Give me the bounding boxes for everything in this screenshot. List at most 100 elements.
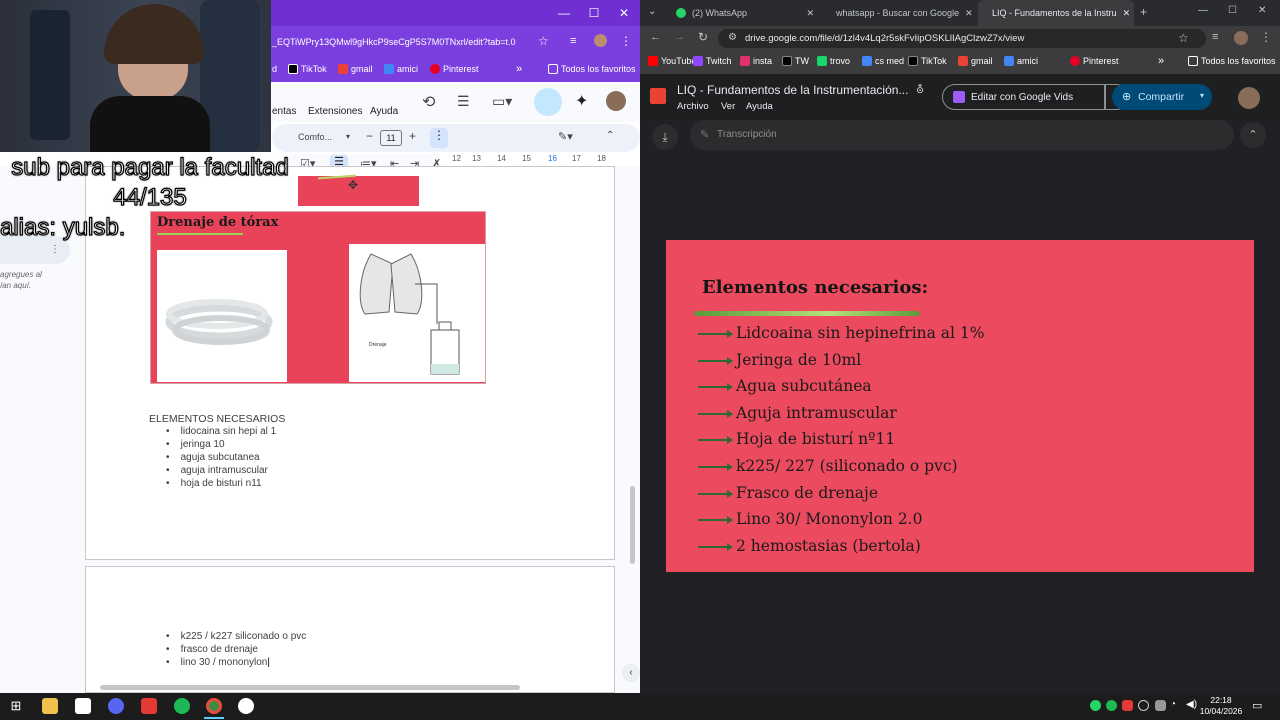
star-icon[interactable]: ☆ [1178,31,1189,45]
meet-icon[interactable]: ▭▾ [492,93,512,110]
chevron-up-icon[interactable]: ⌃ [1240,122,1266,148]
close-icon[interactable]: ✕ [1123,8,1131,19]
obs-icon[interactable] [238,698,254,714]
volume-icon[interactable]: ◀) [1186,699,1197,710]
comments-icon[interactable]: ☰ [457,93,470,110]
star-icon[interactable]: ☆ [538,34,549,48]
list-item[interactable]: • hoja de bisturi n11 [166,478,276,491]
windows-start-icon[interactable]: ⊞ [8,698,24,714]
list-item[interactable]: • lidocaina sin hepi al 1 [166,426,276,439]
bookmark-csmed[interactable]: cs med [862,56,904,66]
list-item[interactable]: • lino 30 / mononylon| [166,657,306,670]
menu-view[interactable]: Ver [721,101,735,112]
edit-mode-icon[interactable]: ✎▾ [558,130,573,143]
app-tray-icon[interactable] [1122,700,1133,711]
bookmark-amici[interactable]: amici [384,64,418,74]
tab-search-icon[interactable]: ⌄ [648,6,656,17]
bookmark-tw[interactable]: TW [782,56,809,66]
bookmark-insta[interactable]: insta [740,56,772,66]
calculator-icon[interactable] [75,698,91,714]
new-tab-icon[interactable]: + [1140,5,1147,19]
settings-tray-icon[interactable] [1138,700,1149,711]
list-item[interactable]: • aguja subcutanea [166,452,276,465]
profile-avatar[interactable] [594,34,607,47]
menu-file[interactable]: Archivo [677,101,709,112]
tab-google-search[interactable]: whatsapp - Buscar con Google ✕ [822,0,978,26]
spotify-icon[interactable] [174,698,190,714]
chevron-down-icon[interactable]: ▾ [346,132,350,141]
left-url[interactable]: _EQTiWPry13QMwl9gHkcP9seCgP5S7M0TNxrl/ed… [272,37,516,47]
file-title[interactable]: LIQ - Fundamentos de la Instrumentación.… [677,83,908,97]
list-item[interactable]: • aguja intramuscular [166,465,276,478]
omnibox[interactable]: ⚙ drive.google.com/file/d/1zl4v4Lq2r5skF… [718,29,1206,48]
collapse-icon[interactable]: ⌃ [606,130,614,141]
more-bookmarks-icon[interactable]: » [516,63,522,75]
discord-icon[interactable] [108,698,124,714]
close-button[interactable]: ✕ [1258,5,1266,16]
ruler[interactable]: 12 13 14 15 16 17 18 [440,152,630,166]
font-size-input[interactable]: 11 [380,130,402,146]
bookmark-tiktok[interactable]: TikTok [288,64,327,74]
history-icon[interactable]: ⟲ [422,92,435,112]
all-bookmarks[interactable]: Todos los favoritos [1188,56,1276,66]
account-avatar[interactable] [1238,87,1260,109]
close-icon[interactable]: ✕ [965,8,973,19]
bookmark-pinterest[interactable]: Pinterest [430,64,479,74]
share-button[interactable] [534,88,562,116]
decrease-font-button[interactable]: − [366,129,373,143]
file-explorer-icon[interactable] [42,698,58,714]
horizontal-scrollbar[interactable] [100,685,520,690]
menu-tools[interactable]: entas [272,106,296,117]
bookmark-pinterest[interactable]: Pinterest [1070,56,1119,66]
bookmark-twitch[interactable]: Twitch [693,56,732,66]
network-icon[interactable]: ◔ [1170,699,1176,710]
more-bookmarks-icon[interactable]: » [1158,55,1164,67]
increase-font-button[interactable]: + [409,129,416,143]
extensions-icon[interactable]: ≡ [570,35,576,47]
more-options-icon[interactable]: ⋮ [50,244,60,255]
menu-help[interactable]: Ayuda [370,106,398,117]
bookmark-gmail[interactable]: gmail [338,64,373,74]
bookmark-tiktok[interactable]: TikTok [908,56,947,66]
close-button[interactable]: ✕ [608,6,640,20]
menu-dots-icon[interactable]: ⋮ [1260,30,1272,44]
menu-extensions[interactable]: Extensiones [308,106,362,117]
document-page[interactable] [85,566,615,693]
list-item[interactable]: • frasco de drenaje [166,644,306,657]
bookmark-trovo[interactable]: trovo [817,56,850,66]
clock[interactable]: 22:18 10/04/2026 [1198,695,1244,717]
right-url[interactable]: drive.google.com/file/d/1zl4v4Lq2r5skFvI… [745,33,1024,44]
list-item[interactable]: • jeringa 10 [166,439,276,452]
reload-icon[interactable]: ↻ [698,30,708,44]
minimize-button[interactable]: — [1198,5,1208,16]
bookmark-amici[interactable]: amici [1004,56,1038,66]
account-avatar[interactable] [606,91,626,111]
back-icon[interactable]: ← [650,31,661,43]
menu-help[interactable]: Ayuda [746,101,773,112]
tab-whatsapp[interactable]: (2) WhatsApp ✕ [668,0,822,26]
share-button[interactable]: ⊕ Compartir ▾ [1112,84,1212,110]
bookmark-youtube[interactable]: YouTube [648,56,696,66]
bookmark-d[interactable]: d [272,64,277,74]
extensions-icon[interactable]: ≡ [1212,31,1218,43]
forward-icon[interactable]: → [674,31,685,43]
maximize-button[interactable]: ☐ [578,6,610,20]
download-icon[interactable]: ⤓ [652,124,678,150]
gemini-icon[interactable]: ✦ [575,91,588,111]
spotify-tray-icon[interactable] [1106,700,1117,711]
doc-list[interactable]: • lidocaina sin hepi al 1 • jeringa 10 •… [166,426,276,491]
chevron-down-icon[interactable]: ▾ [1200,91,1204,100]
doc-heading[interactable]: ELEMENTOS NECESARIOS [149,413,285,425]
usb-tray-icon[interactable] [1155,700,1166,711]
edit-with-vids-button[interactable]: Editar con Google Vids [942,84,1105,110]
site-info-icon[interactable]: ⚙ [728,32,737,43]
whatsapp-tray-icon[interactable] [1090,700,1101,711]
tab-drive-file[interactable]: LIQ - Fundamentos de la Instru ✕ [978,0,1134,26]
more-options-icon[interactable]: ⋮ [430,128,448,148]
add-shortcut-icon[interactable]: ⛢ [916,83,924,96]
close-icon[interactable]: ✕ [806,8,814,19]
notifications-icon[interactable]: ▭ [1252,699,1262,712]
profile-avatar[interactable] [1234,31,1248,45]
app-icon[interactable] [141,698,157,714]
menu-dots-icon[interactable]: ⋮ [620,34,632,48]
